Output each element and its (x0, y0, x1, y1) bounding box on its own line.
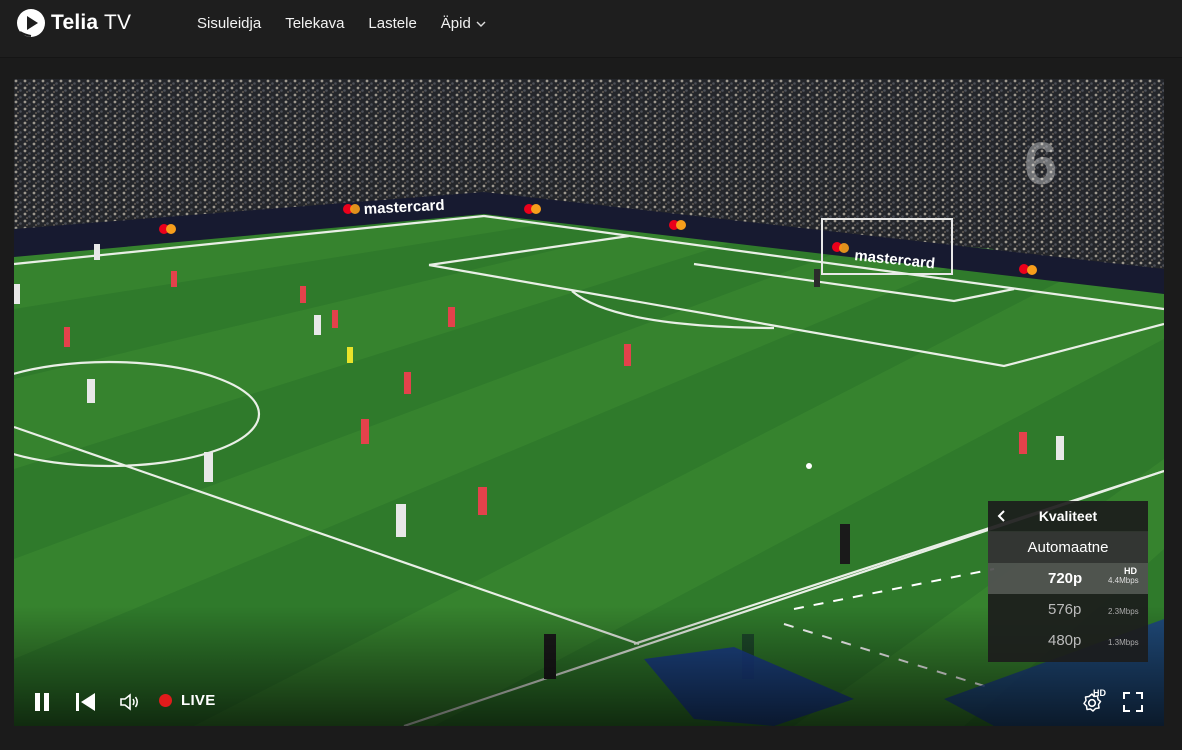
quality-option-576p[interactable]: 576p 2.3Mbps (988, 594, 1148, 625)
quality-bitrate: 4.4Mbps (1108, 576, 1139, 585)
quality-bitrate: 2.3Mbps (1108, 607, 1139, 616)
quality-auto-label: Automaatne (1027, 539, 1109, 556)
nav-item-sisuleidja[interactable]: Sisuleidja (197, 15, 261, 32)
quality-resolution: 720p (1048, 570, 1083, 587)
quality-menu: Kvaliteet Automaatne 720p HD 4.4Mbps 576… (988, 501, 1148, 662)
pause-icon (35, 693, 49, 711)
settings-hd-badge: HD (1093, 688, 1106, 698)
quality-option-auto[interactable]: Automaatne (988, 532, 1148, 563)
top-navigation-bar: Telia TV Sisuleidja Telekava Lastele Äpi… (0, 0, 1182, 58)
logo-text: Telia TV (51, 11, 132, 34)
quality-menu-header: Kvaliteet (988, 501, 1148, 532)
quality-option-480p[interactable]: 480p 1.3Mbps (988, 625, 1148, 656)
fullscreen-icon (1123, 692, 1143, 712)
live-dot-icon (159, 694, 172, 707)
chevron-left-icon[interactable] (995, 508, 1009, 524)
quality-menu-title: Kvaliteet (1038, 508, 1098, 524)
quality-option-720p[interactable]: 720p HD 4.4Mbps (988, 563, 1148, 594)
video-player[interactable]: mastercard mastercard 6 LIVE HD Kvalitee… (14, 79, 1164, 726)
live-label: LIVE (181, 692, 216, 709)
fullscreen-button[interactable] (1122, 688, 1144, 716)
quality-resolution: 576p (1048, 601, 1082, 618)
svg-text:6: 6 (1024, 130, 1057, 197)
chevron-down-icon (476, 21, 486, 27)
volume-icon (120, 693, 138, 711)
quality-hd-badge: HD (1124, 566, 1137, 576)
volume-button[interactable] (118, 688, 140, 716)
pause-button[interactable] (32, 688, 52, 716)
nav-item-telekava[interactable]: Telekava (285, 15, 344, 32)
nav-item-apid-dropdown[interactable]: Äpid (441, 15, 486, 32)
nav-item-lastele[interactable]: Lastele (368, 15, 416, 32)
live-indicator[interactable]: LIVE (159, 692, 216, 709)
quality-bitrate: 1.3Mbps (1108, 638, 1139, 647)
telia-play-logo-icon (17, 9, 45, 37)
telia-tv-logo[interactable]: Telia TV (16, 7, 131, 39)
settings-button[interactable]: HD (1080, 688, 1106, 716)
skip-back-icon (76, 693, 95, 711)
main-nav: Sisuleidja Telekava Lastele Äpid (197, 15, 486, 32)
restart-button[interactable] (74, 688, 96, 716)
quality-resolution: 480p (1048, 632, 1082, 649)
